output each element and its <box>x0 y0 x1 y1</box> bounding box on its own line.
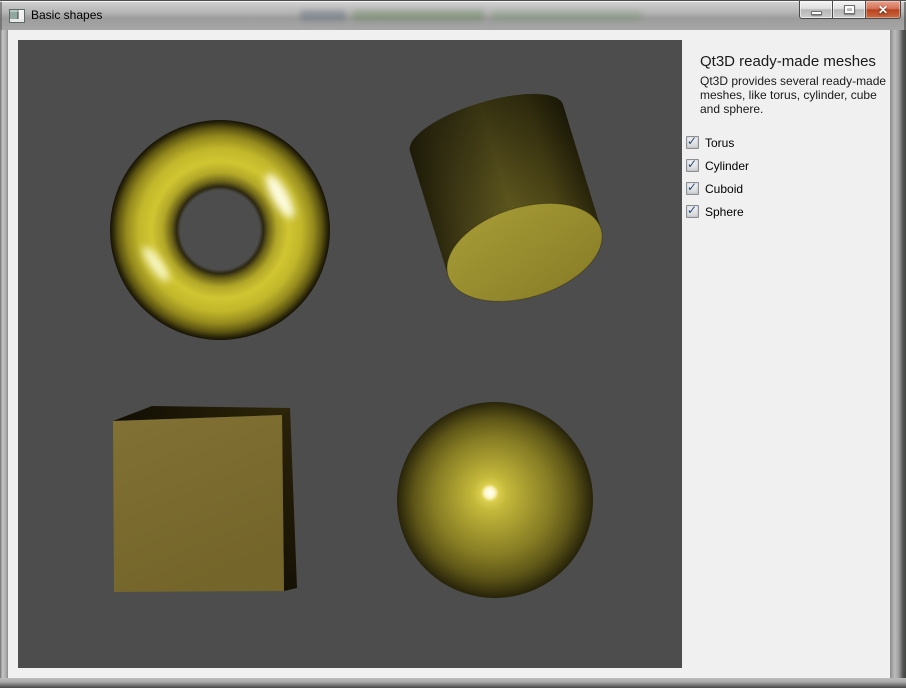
client-area: Qt3D ready-made meshes Qt3D provides sev… <box>8 30 890 678</box>
caption-buttons: ✕ <box>799 1 901 19</box>
torus-checkbox-label[interactable]: Torus <box>705 136 734 150</box>
cuboid-shape <box>113 406 297 592</box>
viewport-canvas[interactable] <box>18 40 682 668</box>
cylinder-checkbox[interactable]: ✓ <box>686 159 699 172</box>
sphere-highlight <box>481 484 499 502</box>
maximize-button[interactable] <box>832 1 866 19</box>
check-icon: ✓ <box>687 157 697 171</box>
cylinder-shape <box>402 80 614 319</box>
titlebar[interactable]: Basic shapes <box>0 0 906 30</box>
app-window: Basic shapes ✕ <box>0 0 906 688</box>
check-icon: ✓ <box>687 134 697 148</box>
titlebar-glass-artifact <box>300 10 346 21</box>
cuboid-checkbox-label[interactable]: Cuboid <box>705 182 743 196</box>
window-frame-right <box>890 30 906 688</box>
panel-description: Qt3D provides several ready-made meshes,… <box>700 74 888 116</box>
minimize-button[interactable] <box>799 1 833 19</box>
mesh-control-panel: Qt3D ready-made meshes Qt3D provides sev… <box>682 30 890 678</box>
checkbox-row-cuboid[interactable]: ✓ Cuboid <box>686 182 890 195</box>
panel-title: Qt3D ready-made meshes <box>700 53 890 71</box>
sphere-checkbox-label[interactable]: Sphere <box>705 205 744 219</box>
window-title: Basic shapes <box>31 1 102 30</box>
titlebar-glass-artifact <box>492 11 642 21</box>
check-icon: ✓ <box>687 180 697 194</box>
scene-3d <box>18 40 682 668</box>
checkbox-row-sphere[interactable]: ✓ Sphere <box>686 205 890 218</box>
close-button[interactable]: ✕ <box>865 1 901 19</box>
torus-shape <box>110 120 330 340</box>
sphere-checkbox[interactable]: ✓ <box>686 205 699 218</box>
app-icon[interactable] <box>9 9 25 23</box>
titlebar-glass-artifact <box>352 10 484 21</box>
window-frame-left <box>0 30 8 688</box>
checkbox-row-torus[interactable]: ✓ Torus <box>686 136 890 149</box>
maximize-icon <box>844 5 855 14</box>
minimize-icon <box>811 11 822 15</box>
checkbox-row-cylinder[interactable]: ✓ Cylinder <box>686 159 890 172</box>
sphere-shape <box>397 402 593 598</box>
cuboid-checkbox[interactable]: ✓ <box>686 182 699 195</box>
check-icon: ✓ <box>687 203 697 217</box>
close-icon: ✕ <box>878 2 888 18</box>
mesh-checkbox-list: ✓ Torus ✓ Cylinder ✓ Cuboid ✓ Sphere <box>686 136 890 218</box>
window-frame-bottom <box>0 678 906 688</box>
torus-checkbox[interactable]: ✓ <box>686 136 699 149</box>
cylinder-checkbox-label[interactable]: Cylinder <box>705 159 749 173</box>
